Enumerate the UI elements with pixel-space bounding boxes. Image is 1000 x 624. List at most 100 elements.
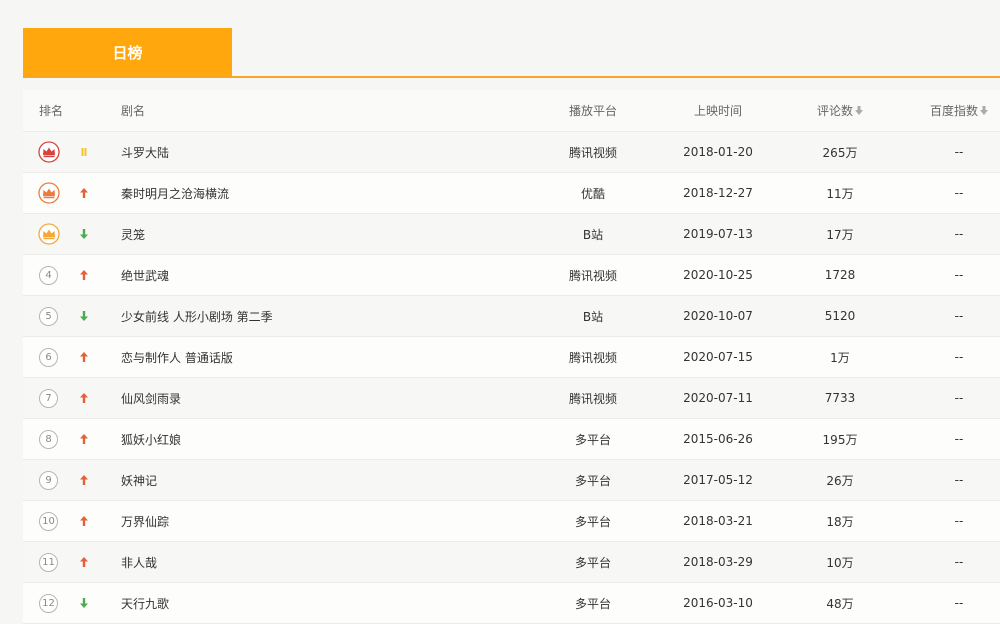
crown-icon [38, 223, 60, 245]
header-comments[interactable]: 评论数 [790, 90, 890, 131]
rank-badge: 5 [39, 306, 58, 326]
rank-cell: 9 [39, 460, 58, 500]
baidu-index-cell: -- [954, 514, 964, 528]
show-title-link[interactable]: 秦时明月之沧海横流 [121, 173, 229, 213]
arrow-down-icon [80, 598, 88, 608]
table-row[interactable]: 6 恋与制作人 普通话版 腾讯视频 2020-07-15 1万 -- [23, 337, 1000, 378]
table-row[interactable]: 10 万界仙踪 多平台 2018-03-21 18万 -- [23, 501, 1000, 542]
comment-count-cell: 1万 [830, 350, 850, 365]
tab-bar: 日榜 [23, 28, 1000, 78]
show-title-link[interactable]: 少女前线 人形小剧场 第二季 [121, 296, 273, 336]
arrow-up-icon [80, 434, 88, 444]
baidu-index-cell: -- [954, 391, 964, 405]
platform-cell: 多平台 [574, 596, 611, 611]
show-title-link[interactable]: 万界仙踪 [121, 501, 169, 541]
baidu-index-cell: -- [954, 145, 964, 159]
show-title-link[interactable]: 非人哉 [121, 542, 157, 582]
trend-down [79, 296, 89, 336]
comment-count-cell: 26万 [826, 473, 854, 488]
show-title-link[interactable]: 斗罗大陆 [121, 132, 169, 172]
baidu-index-cell: -- [954, 596, 964, 610]
table-header: 排名 剧名 播放平台 上映时间 评论数 百度指数 [23, 90, 1000, 132]
arrow-up-icon [80, 475, 88, 485]
trend-up [79, 337, 89, 377]
comment-count-cell: 265万 [822, 145, 858, 160]
baidu-index-cell: -- [954, 268, 964, 282]
comment-count-cell: 17万 [826, 227, 854, 242]
release-date-cell: 2020-10-25 [683, 268, 753, 282]
header-baidu-index[interactable]: 百度指数 [909, 90, 1000, 131]
platform-cell: 多平台 [574, 514, 611, 529]
header-baidu-label: 百度指数 [929, 104, 978, 118]
crown-icon [38, 141, 60, 163]
platform-cell: 多平台 [574, 473, 611, 488]
comment-count-cell: 7733 [824, 391, 856, 405]
table-row[interactable]: 9 妖神记 多平台 2017-05-12 26万 -- [23, 460, 1000, 501]
platform-cell: 腾讯视频 [568, 391, 617, 406]
show-title-link[interactable]: 绝世武魂 [121, 255, 169, 295]
platform-cell: B站 [582, 227, 604, 242]
tab-daily[interactable]: 日榜 [23, 28, 232, 76]
ranking-table: 排名 剧名 播放平台 上映时间 评论数 百度指数 1斗罗大陆腾讯视频2018-0… [23, 90, 1000, 624]
table-row[interactable]: 8 狐妖小红娘 多平台 2015-06-26 195万 -- [23, 419, 1000, 460]
trend-up [79, 460, 89, 500]
trend-up [79, 173, 89, 213]
trend-up [79, 542, 89, 582]
rank-badge: 12 [39, 593, 58, 613]
table-row[interactable]: 4 绝世武魂 腾讯视频 2020-10-25 1728 -- [23, 255, 1000, 296]
table-row[interactable]: 7 仙风剑雨录 腾讯视频 2020-07-11 7733 -- [23, 378, 1000, 419]
show-title-link[interactable]: 恋与制作人 普通话版 [121, 337, 233, 377]
trend-down [79, 214, 89, 254]
platform-cell: 腾讯视频 [568, 350, 617, 365]
table-row[interactable]: 5 少女前线 人形小剧场 第二季 B站 2020-10-07 5120 -- [23, 296, 1000, 337]
rank-badge: 6 [39, 347, 58, 367]
release-date-cell: 2016-03-10 [683, 596, 753, 610]
table-row[interactable]: 1 斗罗大陆 腾讯视频 2018-01-20 265万 -- [23, 132, 1000, 173]
rank-cell: 6 [39, 337, 58, 377]
arrow-down-icon [80, 311, 88, 321]
rank-badge: 9 [39, 470, 58, 490]
table-row[interactable]: 11 非人哉 多平台 2018-03-29 10万 -- [23, 542, 1000, 583]
platform-cell: 腾讯视频 [568, 145, 617, 160]
rank-cell: 11 [39, 542, 58, 582]
baidu-index-cell: -- [954, 227, 964, 241]
rank-cell: 1 [38, 132, 60, 172]
release-date-cell: 2019-07-13 [683, 227, 753, 241]
table-row[interactable]: 3 灵笼 B站 2019-07-13 17万 -- [23, 214, 1000, 255]
table-row[interactable]: 12 天行九歌 多平台 2016-03-10 48万 -- [23, 583, 1000, 624]
show-title-link[interactable]: 妖神记 [121, 460, 157, 500]
trend-up [79, 255, 89, 295]
equal-bars-icon [81, 148, 87, 156]
header-rank: 排名 [39, 104, 64, 118]
comment-count-cell: 10万 [826, 555, 854, 570]
show-title-link[interactable]: 天行九歌 [121, 583, 169, 623]
comment-count-cell: 195万 [822, 432, 858, 447]
table-row[interactable]: 2 秦时明月之沧海横流 优酷 2018-12-27 11万 -- [23, 173, 1000, 214]
baidu-index-cell: -- [954, 432, 964, 446]
rank-badge: 11 [39, 552, 58, 572]
arrow-up-icon [80, 270, 88, 280]
release-date-cell: 2020-10-07 [683, 309, 753, 323]
show-title-link[interactable]: 狐妖小红娘 [121, 419, 181, 459]
comment-count-cell: 1728 [824, 268, 856, 282]
rank-badge: 10 [39, 511, 58, 531]
rank-badge: 8 [39, 429, 58, 449]
sort-down-icon[interactable] [980, 106, 988, 115]
platform-cell: 多平台 [574, 432, 611, 447]
show-title-link[interactable]: 仙风剑雨录 [121, 378, 181, 418]
comment-count-cell: 18万 [826, 514, 854, 529]
header-release: 上映时间 [693, 104, 742, 118]
trend-same [79, 132, 89, 172]
comment-count-cell: 48万 [826, 596, 854, 611]
header-comments-label: 评论数 [816, 104, 853, 118]
rank-cell: 10 [39, 501, 58, 541]
platform-cell: 多平台 [574, 555, 611, 570]
release-date-cell: 2017-05-12 [683, 473, 753, 487]
sort-down-icon[interactable] [855, 106, 863, 115]
show-title-link[interactable]: 灵笼 [121, 214, 145, 254]
arrow-up-icon [80, 352, 88, 362]
release-date-cell: 2015-06-26 [683, 432, 753, 446]
release-date-cell: 2018-03-29 [683, 555, 753, 569]
platform-cell: 腾讯视频 [568, 268, 617, 283]
baidu-index-cell: -- [954, 350, 964, 364]
